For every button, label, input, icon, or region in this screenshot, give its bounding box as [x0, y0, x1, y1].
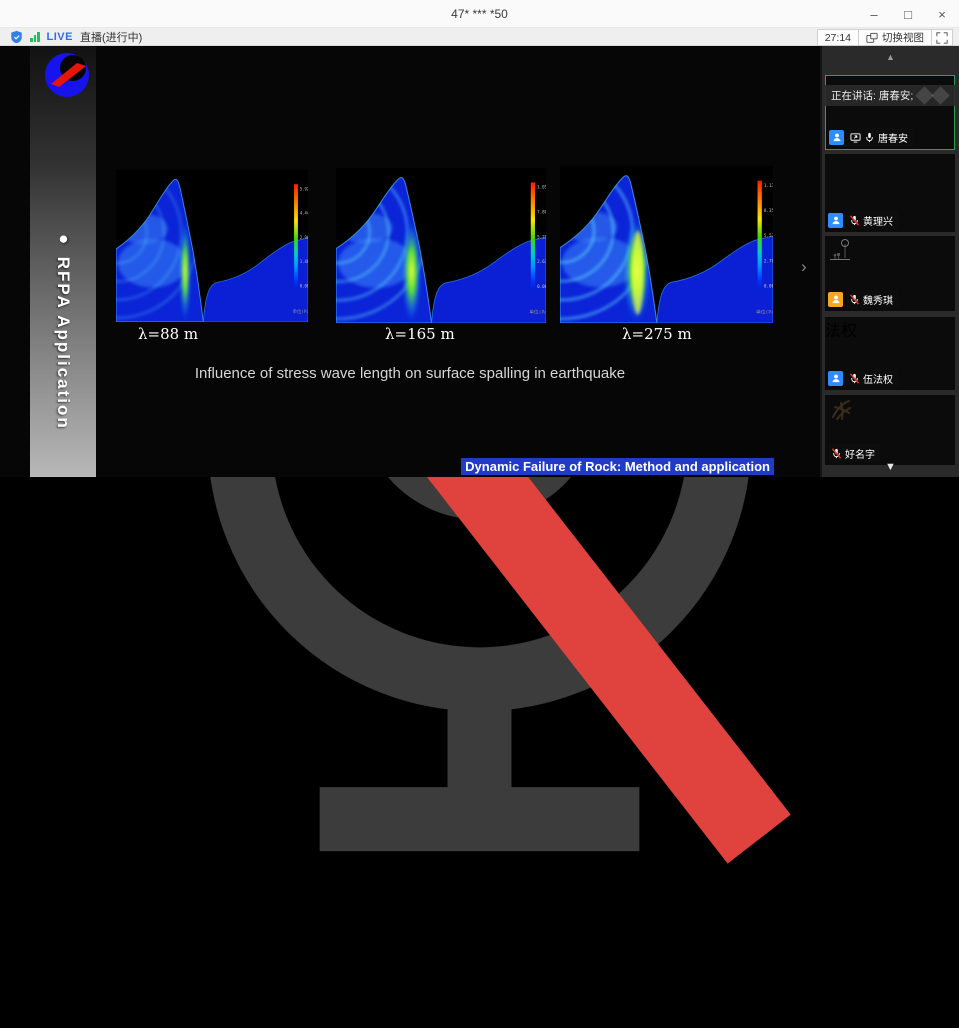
participant-name: 好名字: [845, 446, 875, 461]
camera-off-icon: [0, 988, 959, 1028]
simulation-heatmap-1: 5.92e+006 4.44e+006 2.96e+006 1.48e+006 0.00…: [116, 170, 308, 322]
participants-sidebar: ▲ 正在讲话: 唐春安; 唐春安: [820, 46, 959, 477]
participant-name: 伍法权: [863, 371, 893, 386]
svg-text:1.05e+007: 1.05e+007: [537, 185, 546, 190]
start-video-button[interactable]: ▲ 开启视频: [0, 988, 959, 1028]
svg-text:7.88e+006: 7.88e+006: [537, 209, 546, 214]
main-area: ● RFPA Application 5.92e+006 4.44e+006 2.9…: [0, 46, 959, 477]
meeting-timer: 27:14: [817, 29, 859, 46]
wavelength-label-2: λ=165 m: [385, 325, 455, 343]
participant-status-icon: [828, 371, 843, 386]
live-status-label: 直播(进行中): [80, 29, 142, 45]
slide-caption: Influence of stress wave length on surfa…: [100, 365, 720, 382]
fullscreen-icon: [936, 32, 948, 44]
close-button[interactable]: ×: [925, 0, 959, 28]
participant-tile[interactable]: 好名字: [825, 395, 955, 465]
svg-text:单位(Pa): 单位(Pa): [293, 308, 308, 315]
participant-tile[interactable]: 黄理兴: [825, 154, 955, 232]
svg-text:0.00e+000: 0.00e+000: [300, 283, 308, 288]
switch-view-icon: [866, 32, 878, 44]
signal-strength-icon: [30, 32, 40, 42]
live-badge: LIVE: [47, 31, 73, 43]
participant-status-icon: [829, 130, 844, 145]
svg-text:2.78e+006: 2.78e+006: [764, 258, 773, 263]
speaking-banner: 正在讲话: 唐春安;: [825, 85, 955, 106]
participant-tile[interactable]: 魏秀琪: [825, 236, 955, 311]
screen-share-mini-icon: [850, 132, 861, 143]
mic-muted-icon: [849, 294, 860, 305]
switch-view-button[interactable]: 切换视图: [858, 29, 932, 46]
svg-text:0.00e+000: 0.00e+000: [537, 284, 546, 289]
slide-section-title: ● RFPA Application: [53, 229, 73, 430]
window-title: 47* *** *50: [0, 0, 959, 28]
mic-muted-icon: [849, 215, 860, 226]
shared-screen-slide: ● RFPA Application 5.92e+006 4.44e+006 2.9…: [0, 46, 820, 477]
shield-icon: [10, 30, 23, 44]
next-page-chevron-icon[interactable]: ›: [801, 258, 807, 275]
window-titlebar: 47* *** *50 – □ ×: [0, 0, 959, 28]
slide-footer-title: Dynamic Failure of Rock: Method and appl…: [461, 458, 774, 476]
simulation-heatmap-3: 1.13e+007 8.35e+006 5.57e+006 2.78e+006 0.00…: [560, 166, 773, 323]
participant-name: 魏秀琪: [863, 292, 893, 307]
participant-name: 黄理兴: [863, 213, 893, 228]
participant-status-icon: [828, 292, 843, 307]
svg-text:4.44e+006: 4.44e+006: [300, 210, 308, 215]
maximize-button[interactable]: □: [891, 0, 925, 28]
chevron-up-icon[interactable]: ▲: [0, 970, 16, 987]
mic-on-icon: [864, 132, 875, 143]
wavelength-label-1: λ=88 m: [138, 325, 198, 343]
avatar: 法权: [825, 317, 955, 341]
scroll-up-arrow-icon[interactable]: ▲: [822, 52, 959, 62]
scroll-down-arrow-icon[interactable]: ▼: [822, 461, 959, 473]
svg-text:0.00e+000: 0.00e+000: [764, 283, 773, 288]
svg-text:单位(Pa): 单位(Pa): [529, 309, 546, 316]
avatar: [825, 395, 955, 432]
svg-text:2.96e+006: 2.96e+006: [300, 235, 308, 240]
rfpa-logo-icon: [43, 51, 91, 99]
svg-text:单位(Pa): 单位(Pa): [756, 309, 773, 316]
mic-muted-icon: [831, 448, 842, 459]
svg-text:1.13e+007: 1.13e+007: [764, 183, 773, 188]
participant-status-icon: [828, 213, 843, 228]
mic-muted-icon: [849, 373, 860, 384]
slide-side-bar: ● RFPA Application: [30, 46, 96, 477]
svg-text:5.92e+006: 5.92e+006: [300, 186, 308, 191]
svg-text:2.63e+006: 2.63e+006: [537, 259, 546, 264]
minimize-button[interactable]: –: [857, 0, 891, 28]
banner-logo-icon: [931, 86, 949, 104]
avatar: [825, 236, 955, 271]
svg-text:5.57e+006: 5.57e+006: [764, 233, 773, 238]
simulation-heatmap-2: 1.05e+007 7.88e+006 5.25e+006 2.63e+006 0.00…: [336, 168, 546, 323]
meeting-statusbar: LIVE 直播(进行中) 27:14 切换视图: [0, 28, 959, 46]
participant-name: 唐春安: [878, 130, 908, 145]
wavelength-label-3: λ=275 m: [622, 325, 692, 343]
svg-text:5.25e+006: 5.25e+006: [537, 234, 546, 239]
svg-text:8.35e+006: 8.35e+006: [764, 208, 773, 213]
svg-text:1.48e+006: 1.48e+006: [300, 259, 308, 264]
participant-tile[interactable]: 法权 伍法权: [825, 317, 955, 390]
fullscreen-button[interactable]: [931, 29, 953, 46]
